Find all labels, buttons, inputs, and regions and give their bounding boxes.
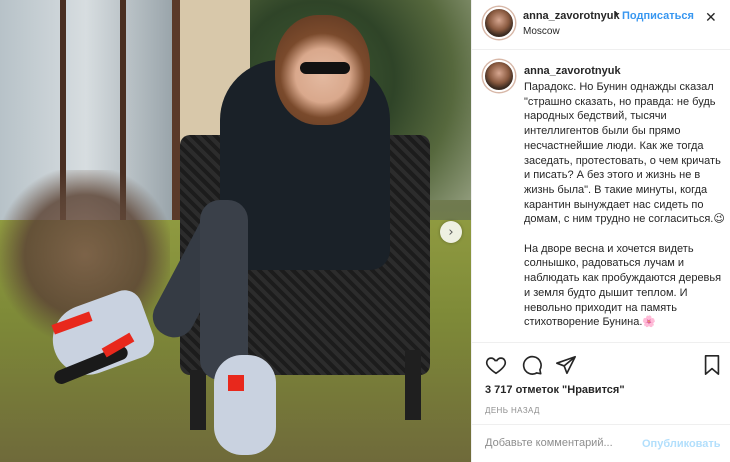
follow-button[interactable]: Подписаться: [622, 10, 694, 22]
caption-username-link[interactable]: anna_zavorotnyuk: [524, 65, 621, 77]
chair-leg: [190, 370, 206, 430]
carousel-next-button[interactable]: ›: [440, 221, 462, 243]
bookmark-icon[interactable]: [702, 354, 722, 376]
person-leg: [200, 200, 248, 380]
username-link[interactable]: anna_zavorotnyuk: [523, 10, 620, 22]
heart-icon[interactable]: [485, 354, 507, 376]
chair-leg: [405, 350, 421, 420]
caption-text: Парадокс. Но Бунин однажды сказал "страш…: [524, 81, 725, 329]
comment-input[interactable]: [485, 437, 635, 449]
publish-button[interactable]: Опубликовать: [642, 438, 721, 450]
more-icon[interactable]: ✕: [705, 10, 717, 26]
post-timestamp[interactable]: ДЕНЬ НАЗАД: [485, 406, 540, 415]
share-icon[interactable]: [555, 354, 577, 376]
separator-dot: •: [614, 8, 618, 20]
sneaker-tag: [228, 375, 244, 391]
location-link[interactable]: Moscow: [523, 26, 560, 37]
likes-count[interactable]: 3 717 отметок "Нравится": [485, 384, 625, 396]
chevron-right-icon: ›: [448, 224, 454, 240]
sunglasses: [300, 62, 350, 74]
post-header: anna_zavorotnyuk • Подписаться Moscow ✕: [472, 0, 730, 50]
sneaker: [214, 355, 276, 455]
caption-area: anna_zavorotnyuk Парадокс. Но Бунин одна…: [472, 51, 730, 343]
comment-bar: Опубликовать: [472, 424, 730, 462]
comment-icon[interactable]: [521, 354, 543, 376]
avatar[interactable]: [483, 60, 515, 92]
avatar[interactable]: [483, 7, 515, 39]
post-sidebar: anna_zavorotnyuk • Подписаться Moscow ✕ …: [471, 0, 730, 462]
post-photo[interactable]: ›: [0, 0, 471, 462]
action-bar: [472, 350, 730, 380]
